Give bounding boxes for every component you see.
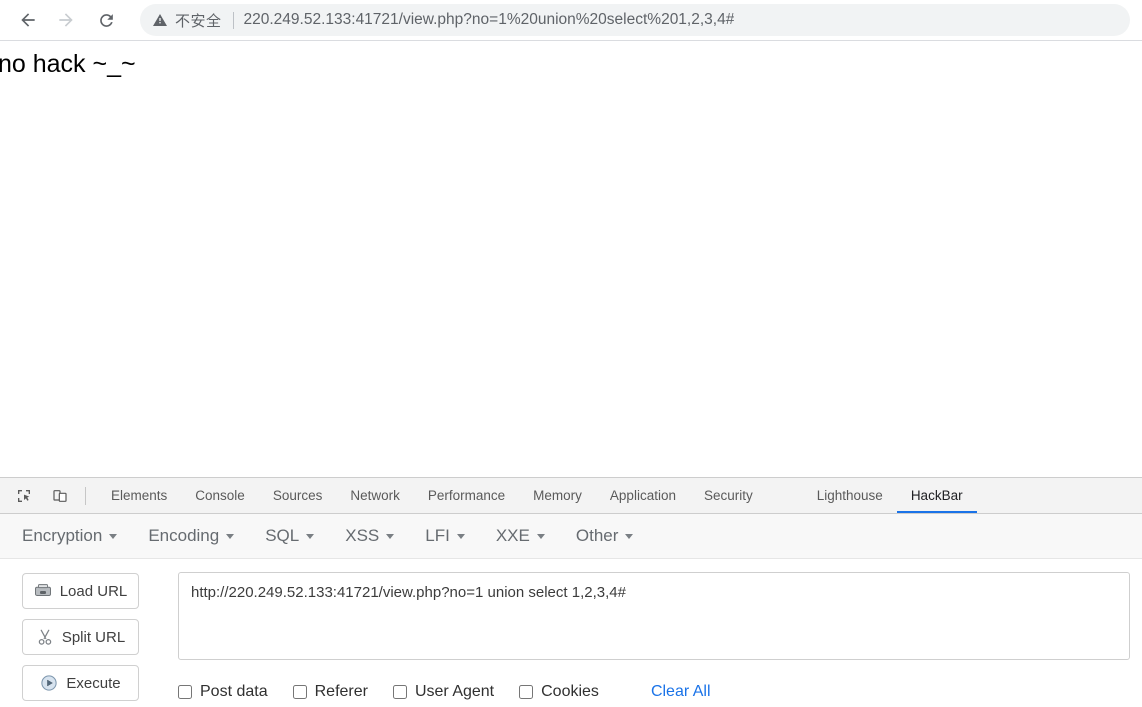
hackbar-url-input[interactable]: [178, 572, 1130, 660]
post-data-checkbox[interactable]: [178, 685, 192, 699]
hackbar-action-buttons: Load URL Split URL Execute: [22, 573, 139, 701]
back-button[interactable]: [14, 6, 42, 34]
security-status-label: 不安全: [175, 11, 222, 30]
menu-encryption-label: Encryption: [22, 526, 103, 545]
option-referer[interactable]: Referer: [292, 683, 368, 701]
devtools-toolbar-divider: [85, 486, 86, 505]
devtools-tabbar: Elements Console Sources Network Perform…: [0, 478, 1142, 514]
chevron-down-icon: [386, 533, 395, 539]
cookies-checkbox[interactable]: [519, 685, 534, 699]
inspect-element-button[interactable]: [11, 484, 37, 508]
menu-xxe-label: XXE: [495, 526, 530, 545]
load-url-label: Load URL: [59, 582, 128, 600]
split-url-label: Split URL: [61, 628, 126, 646]
post-data-label: Post data: [200, 683, 268, 700]
execute-label: Execute: [66, 674, 121, 692]
menu-other-label: Other: [575, 526, 619, 545]
user-agent-label: User Agent: [414, 683, 495, 700]
tab-elements[interactable]: Elements: [97, 478, 181, 513]
menu-sql-label: SQL: [265, 526, 300, 545]
reload-button[interactable]: [92, 6, 120, 34]
menu-encoding-label: Encoding: [148, 526, 220, 545]
split-url-button[interactable]: Split URL: [22, 619, 139, 655]
tab-application[interactable]: Application: [596, 478, 690, 513]
tab-performance[interactable]: Performance: [414, 478, 519, 513]
tab-memory[interactable]: Memory: [519, 478, 596, 513]
menu-xss[interactable]: XSS: [345, 526, 395, 546]
chevron-down-icon: [536, 533, 545, 539]
browser-window: 不安全 220.249.52.133:41721/view.php?no=1%2…: [0, 0, 1142, 707]
referer-checkbox[interactable]: [292, 685, 307, 699]
omnibox-url-text: 220.249.52.133:41721/view.php?no=1%20uni…: [243, 11, 735, 28]
menu-encoding[interactable]: Encoding: [148, 526, 235, 546]
inspect-element-icon: [18, 489, 30, 502]
device-toolbar-icon: [53, 489, 67, 502]
reload-icon: [99, 13, 113, 27]
menu-other[interactable]: Other: [576, 526, 634, 546]
page-body-text: no hack ~_~: [0, 50, 136, 78]
hackbar-menubar: Encryption Encoding SQL XSS LFI XXE Othe…: [0, 514, 1142, 559]
load-url-icon: [34, 584, 51, 596]
option-user-agent[interactable]: User Agent: [392, 683, 495, 701]
forward-button[interactable]: [52, 6, 80, 34]
chevron-down-icon: [306, 533, 315, 539]
tab-sources[interactable]: Sources: [259, 478, 337, 513]
user-agent-checkbox[interactable]: [392, 685, 407, 699]
scissors-icon: [38, 629, 52, 645]
cookies-label: Cookies: [541, 683, 599, 700]
menu-encryption[interactable]: Encryption: [22, 526, 118, 546]
menu-sql[interactable]: SQL: [265, 526, 315, 546]
arrow-left-icon: [21, 13, 35, 27]
chevron-down-icon: [109, 533, 118, 539]
tab-security[interactable]: Security: [690, 478, 767, 513]
tab-hackbar[interactable]: HackBar: [896, 478, 977, 513]
load-url-button[interactable]: Load URL: [22, 573, 139, 609]
device-toolbar-button[interactable]: [47, 484, 73, 508]
menu-lfi-label: LFI: [425, 526, 450, 545]
menu-xxe[interactable]: XXE: [496, 526, 545, 546]
option-post-data[interactable]: Post data: [178, 683, 268, 701]
arrow-right-icon: [59, 13, 73, 27]
omnibox-divider: [232, 11, 234, 29]
browser-toolbar: 不安全 220.249.52.133:41721/view.php?no=1%2…: [0, 0, 1142, 41]
tab-console[interactable]: Console: [181, 478, 259, 513]
play-circle-icon: [41, 675, 58, 691]
chevron-down-icon: [226, 533, 235, 539]
menu-xss-label: XSS: [345, 526, 380, 545]
clear-all-link[interactable]: Clear All: [651, 683, 711, 701]
menu-lfi[interactable]: LFI: [425, 526, 465, 546]
tab-network[interactable]: Network: [336, 478, 414, 513]
chevron-down-icon: [625, 533, 634, 539]
option-cookies[interactable]: Cookies: [519, 683, 599, 701]
referer-label: Referer: [314, 683, 368, 700]
page-viewport: no hack ~_~: [0, 42, 1142, 477]
tab-lighthouse[interactable]: Lighthouse: [803, 478, 897, 513]
omnibox[interactable]: 不安全 220.249.52.133:41721/view.php?no=1%2…: [140, 4, 1130, 36]
warning-triangle-icon: [153, 14, 167, 26]
hackbar-options-row: Post data Referer User Agent Cookies Cle…: [178, 681, 711, 703]
execute-button[interactable]: Execute: [22, 665, 139, 701]
chevron-down-icon: [456, 533, 465, 539]
